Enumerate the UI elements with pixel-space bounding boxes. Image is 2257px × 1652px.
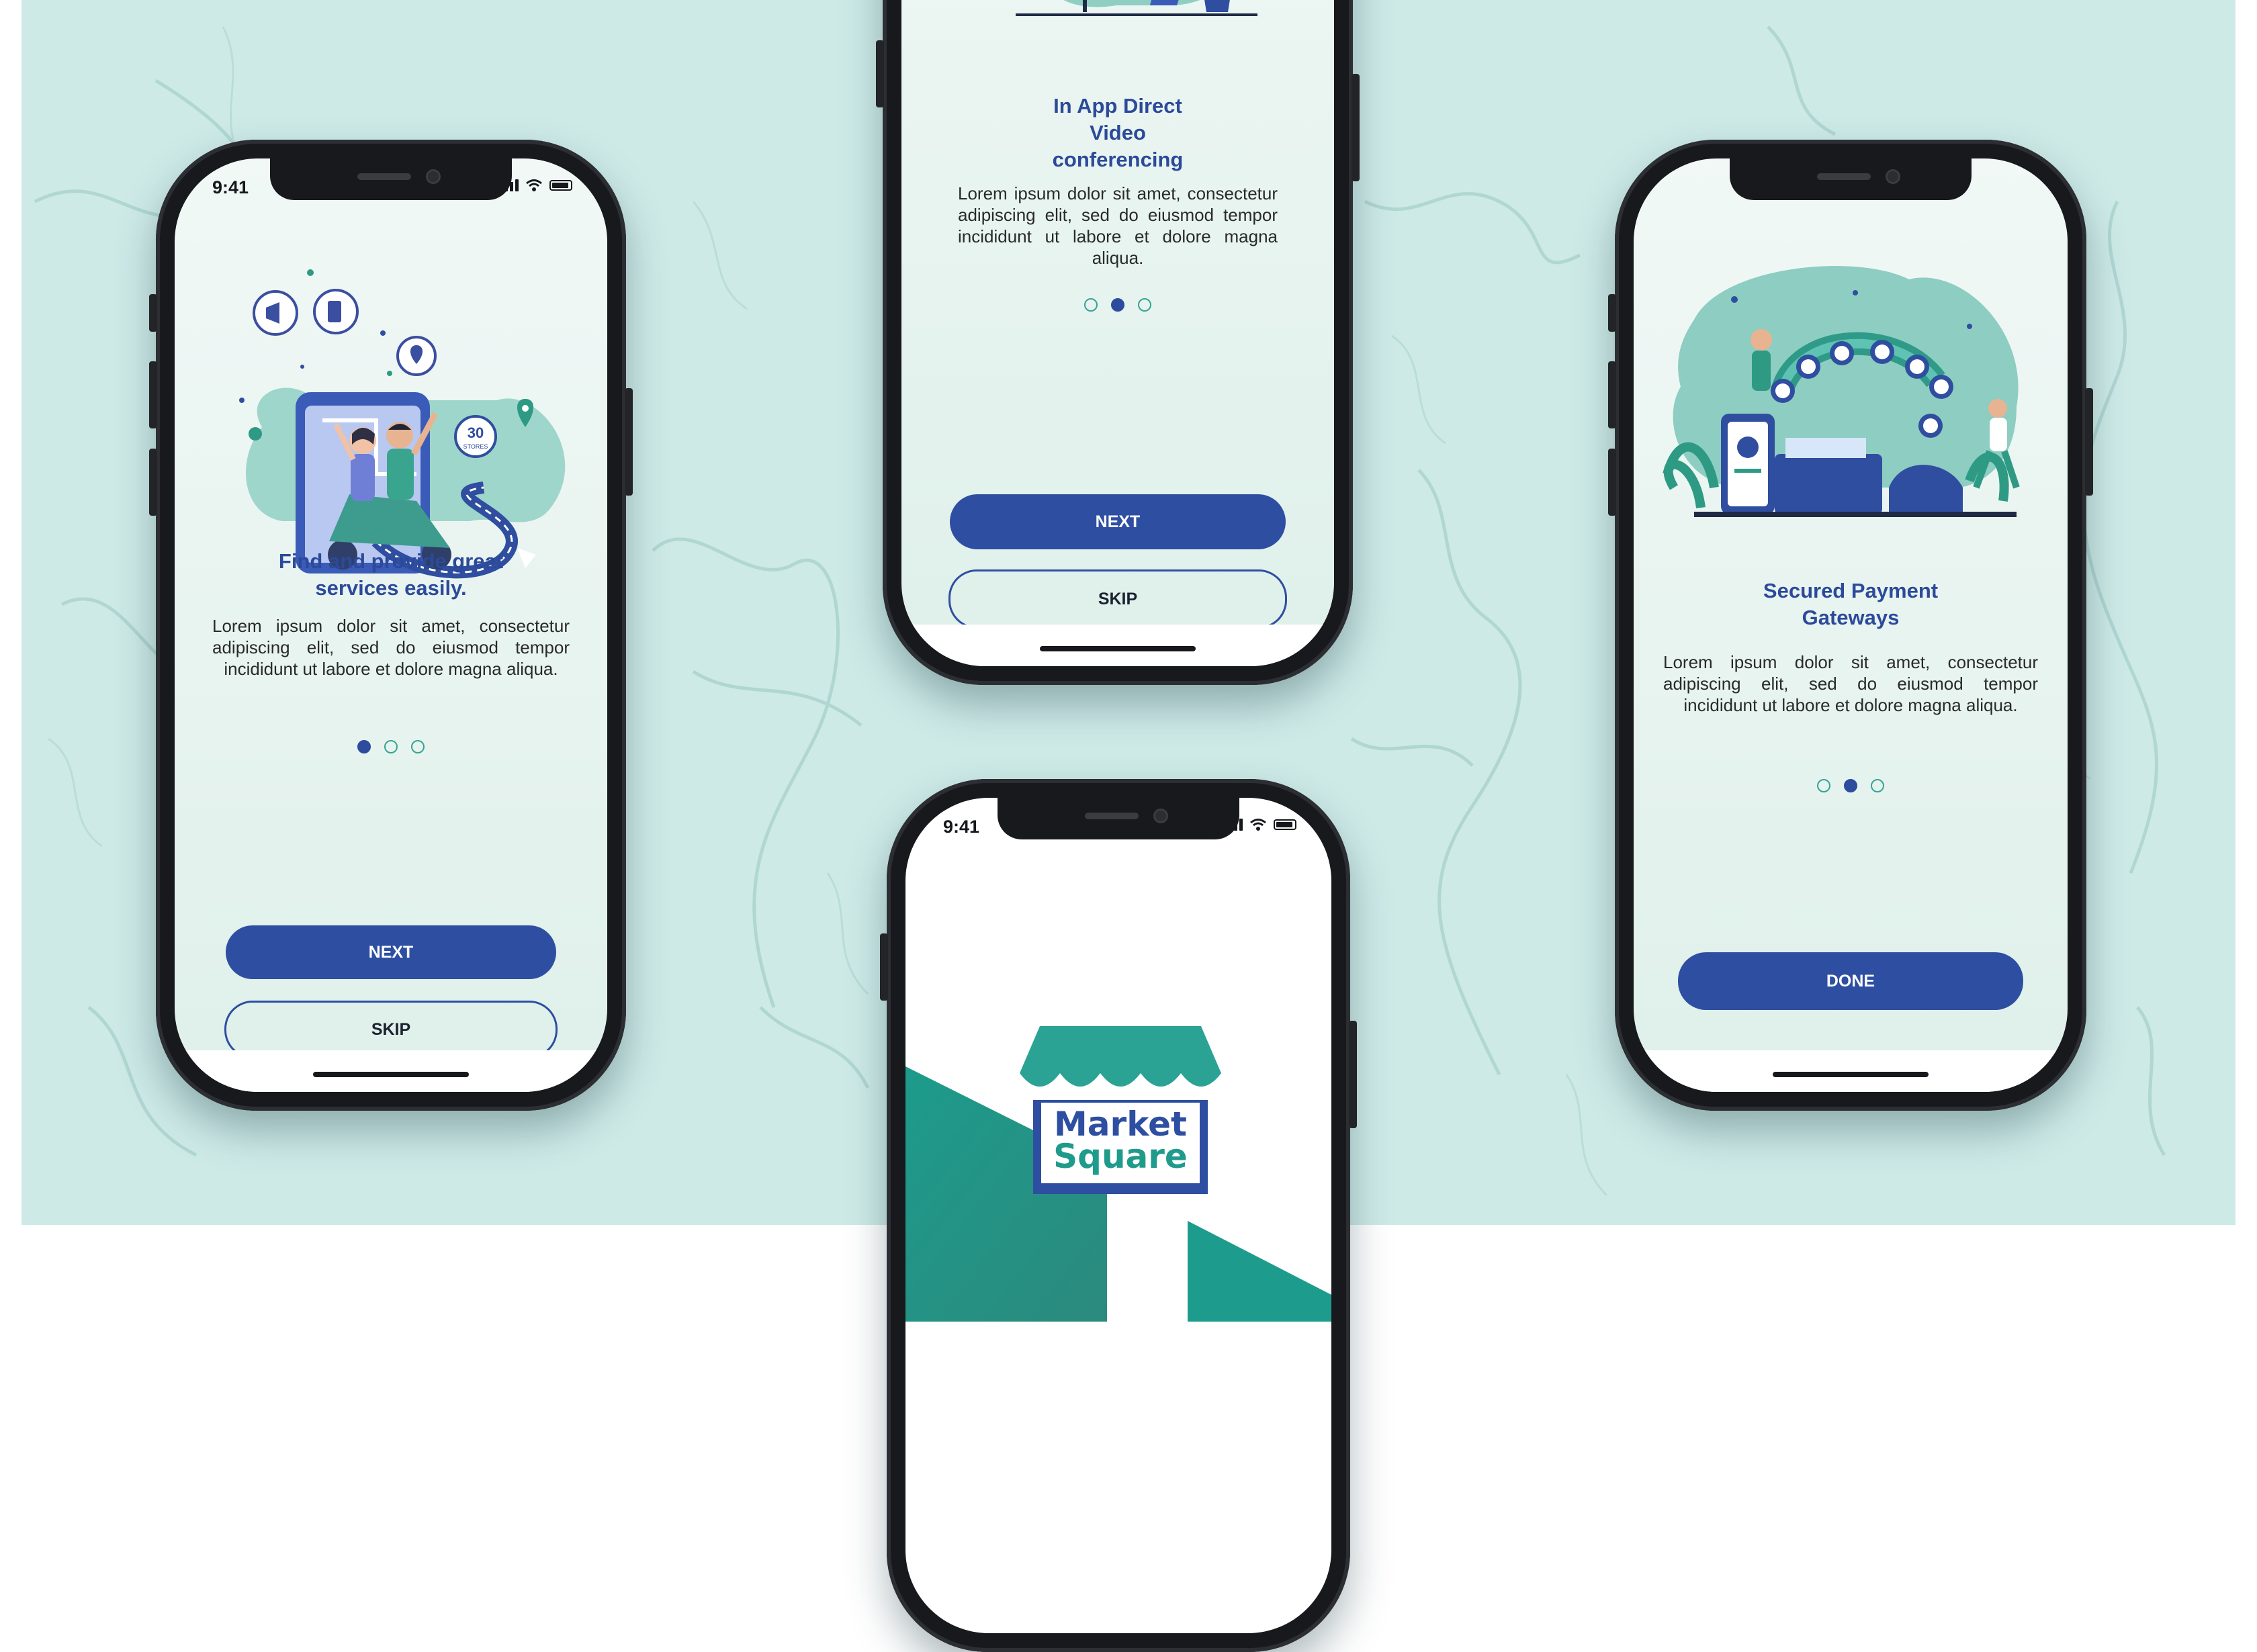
page-dot-2[interactable] — [1111, 298, 1124, 312]
notch — [1730, 158, 1972, 200]
screen: In App Direct Video conferencing Lorem i… — [901, 0, 1334, 666]
bottom-band — [175, 1050, 607, 1092]
next-button[interactable]: NEXT — [226, 925, 556, 979]
volume-down-button[interactable] — [149, 449, 157, 516]
page-dot-2[interactable] — [384, 740, 398, 753]
stores-count: 30 — [468, 424, 484, 441]
notch — [998, 798, 1239, 839]
battery-icon — [549, 180, 572, 191]
next-button[interactable]: NEXT — [950, 494, 1286, 549]
volume-down-button[interactable] — [1608, 449, 1616, 516]
page-dot-1[interactable] — [1084, 298, 1098, 312]
volume-up-button[interactable] — [880, 933, 888, 1001]
wifi-icon — [526, 179, 542, 191]
pagination-dots — [175, 740, 607, 753]
volume-up-button[interactable] — [1608, 361, 1616, 428]
pagination-dots — [901, 298, 1334, 312]
onboarding-title: Secured Payment Gateways — [1763, 579, 1939, 629]
phone-splash: 9:41 Market Square — [880, 779, 1357, 1652]
wifi-icon — [1250, 819, 1266, 831]
payment-illustration — [1663, 266, 2020, 517]
power-button[interactable] — [1352, 74, 1360, 181]
skip-button[interactable]: SKIP — [948, 569, 1287, 629]
onboarding-description: Lorem ipsum dolor sit amet, consectetur … — [958, 183, 1278, 268]
power-button[interactable] — [625, 388, 633, 496]
bottom-band — [1634, 1050, 2068, 1092]
status-time: 9:41 — [212, 177, 249, 197]
notch — [270, 158, 512, 200]
phone-onboarding-2: In App Direct Video conferencing Lorem i… — [876, 0, 1360, 685]
page-dot-2[interactable] — [1844, 779, 1857, 792]
home-indicator[interactable] — [313, 1072, 469, 1077]
home-indicator[interactable] — [1040, 646, 1196, 651]
onboarding-title: Find and provide great services easily. — [278, 549, 504, 600]
page-dot-1[interactable] — [357, 740, 371, 753]
power-button[interactable] — [2085, 388, 2093, 496]
page-dot-3[interactable] — [1138, 298, 1151, 312]
done-button[interactable]: DONE — [1678, 952, 2023, 1010]
volume-up-button[interactable] — [876, 40, 884, 107]
pagination-dots — [1634, 779, 2068, 792]
page-dot-3[interactable] — [411, 740, 425, 753]
page-dot-3[interactable] — [1871, 779, 1884, 792]
logo-text-square: Square — [1053, 1137, 1188, 1176]
mute-switch — [149, 294, 157, 332]
battery-icon — [1274, 819, 1296, 830]
phone-onboarding-1: 9:41 30 STORES Find and provide great se… — [149, 140, 633, 1111]
video-conference-illustration — [1016, 0, 1257, 16]
page-dot-1[interactable] — [1817, 779, 1830, 792]
power-button[interactable] — [1349, 1021, 1357, 1128]
mute-switch — [1608, 294, 1616, 332]
stores-label: STORES — [463, 443, 488, 450]
phone-onboarding-3: Secured Payment Gateways Lorem ipsum dol… — [1608, 140, 2093, 1111]
screen: Secured Payment Gateways Lorem ipsum dol… — [1634, 158, 2068, 1092]
onboarding-description: Lorem ipsum dolor sit amet, consectetur … — [212, 616, 570, 679]
onboarding-description: Lorem ipsum dolor sit amet, consectetur … — [1663, 652, 2038, 715]
volume-up-button[interactable] — [149, 361, 157, 428]
home-indicator[interactable] — [1773, 1072, 1929, 1077]
screen: 9:41 30 STORES Find and provide great se… — [175, 158, 607, 1092]
onboarding-title: In App Direct Video conferencing — [1052, 94, 1184, 171]
status-time: 9:41 — [943, 817, 980, 837]
screen: 9:41 Market Square — [905, 798, 1331, 1633]
bottom-band — [901, 625, 1334, 666]
